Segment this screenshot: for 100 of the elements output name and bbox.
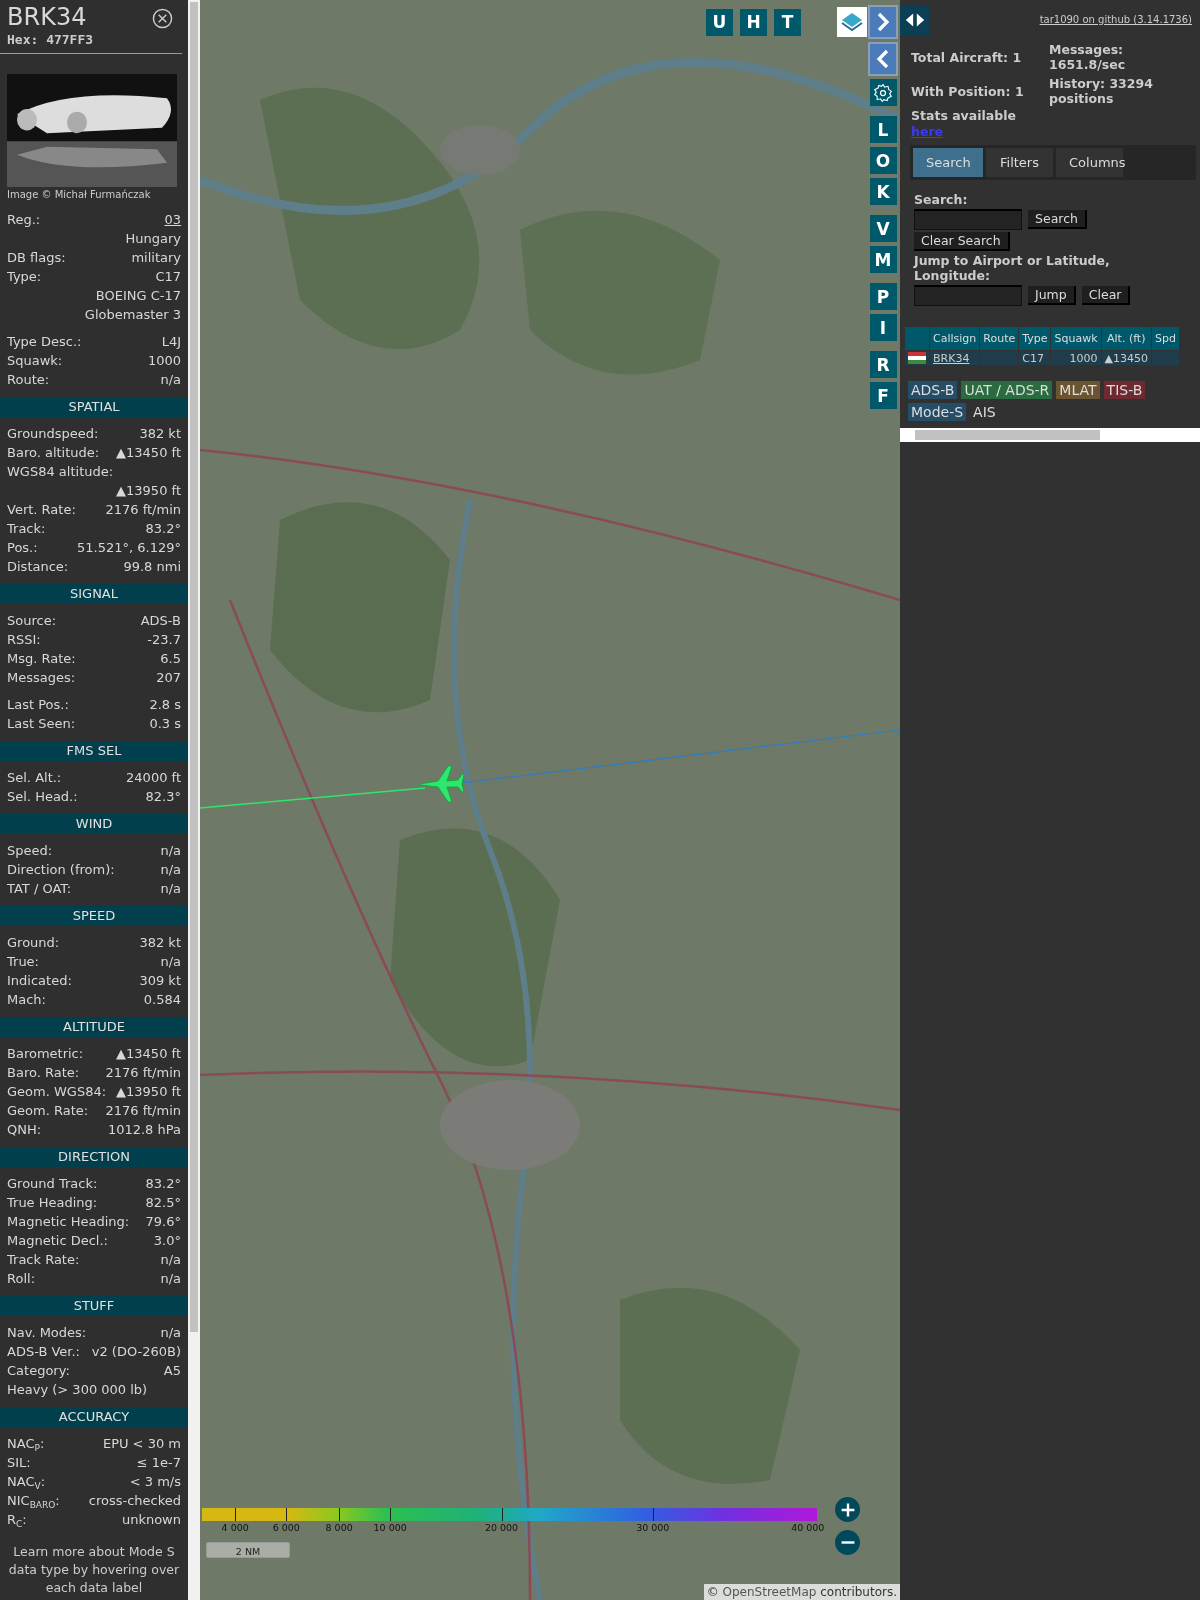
map-toggle-button[interactable]: U xyxy=(706,8,733,36)
source-legend-item: MLAT xyxy=(1056,381,1100,399)
map-toggle-button[interactable]: I xyxy=(869,314,897,341)
field-value: n/a xyxy=(160,1324,181,1342)
stat-text: With Position: 1 xyxy=(911,83,1024,99)
field-label: Speed: xyxy=(7,842,53,860)
aircraft-callsign: BRK34 xyxy=(7,2,87,32)
field-value: A5 xyxy=(163,1362,181,1380)
map-toggle-button[interactable]: V xyxy=(869,215,897,242)
map-toggle-button[interactable]: L xyxy=(869,116,897,143)
field-label: Type: xyxy=(7,268,42,286)
column-header[interactable]: Squawk xyxy=(1051,327,1101,350)
field-label: NIC$_{BARO}$: xyxy=(7,1492,60,1510)
source-legend-item: Mode-S xyxy=(908,403,967,421)
scrollbar[interactable] xyxy=(188,0,200,1600)
field-label: Category: xyxy=(7,1362,70,1380)
section-header: SPEED xyxy=(0,906,188,926)
map-toggle-button[interactable]: M xyxy=(869,246,897,273)
field-value: 1012.8 hPa xyxy=(107,1121,181,1139)
field-label: Direction (from): xyxy=(7,861,115,879)
table-cell: C17 xyxy=(1019,351,1051,365)
field-label: Nav. Modes: xyxy=(7,1324,87,1342)
previous-button[interactable] xyxy=(868,42,898,76)
field-value: ≤ 1e-7 xyxy=(136,1454,181,1472)
column-header[interactable]: Route xyxy=(980,327,1019,350)
section-header: SPATIAL xyxy=(0,397,188,417)
field-value: v2 (DO-260B) xyxy=(91,1343,181,1361)
field-label: QNH: xyxy=(7,1121,42,1139)
field-value: 382 kt xyxy=(139,425,181,443)
field-value: n/a xyxy=(160,953,181,971)
field-value: 1000 xyxy=(147,352,181,370)
map-toggle-button[interactable]: T xyxy=(774,8,801,36)
map-toggle-button[interactable]: F xyxy=(869,382,897,409)
field-value: n/a xyxy=(160,880,181,898)
field-label: Groundspeed: xyxy=(7,425,99,443)
field-label: SIL: xyxy=(7,1454,31,1472)
field-value: 2176 ft/min xyxy=(105,1102,181,1120)
tab[interactable]: Columns xyxy=(1056,148,1123,177)
column-header[interactable]: Spd xyxy=(1152,327,1179,350)
tab[interactable]: Filters xyxy=(986,148,1053,177)
field-label: Ground: xyxy=(7,934,60,952)
scrollbar[interactable] xyxy=(900,428,1200,442)
search-field[interactable] xyxy=(914,209,1022,230)
field-label: Pos.: xyxy=(7,539,38,557)
map-toggle-button[interactable]: O xyxy=(869,147,897,174)
table-cell: 1000 xyxy=(1051,351,1101,365)
field-label: Vert. Rate: xyxy=(7,501,76,519)
field-label: NAC$_{P}$: xyxy=(7,1435,45,1453)
settings-button[interactable] xyxy=(869,79,897,106)
layers-icon xyxy=(840,10,864,34)
field-label: Jump to Airport or Latitude, Longitude: xyxy=(914,253,1111,283)
column-header[interactable]: Type xyxy=(1019,327,1051,350)
jump-button[interactable]: Jump xyxy=(1028,286,1076,305)
clear-button[interactable]: Clear xyxy=(1081,286,1131,305)
layers-button[interactable] xyxy=(837,7,867,37)
openstreetmap-link[interactable]: OpenStreetMap xyxy=(722,1585,817,1599)
field-value: unknown xyxy=(121,1511,181,1529)
next-button[interactable] xyxy=(868,5,898,39)
altitude-label: 30 000 xyxy=(636,1522,670,1533)
map-toggle-button[interactable]: K xyxy=(869,178,897,205)
field-label: Route: xyxy=(7,371,50,389)
gear-icon xyxy=(873,82,893,103)
field-label: Type Desc.: xyxy=(7,333,82,351)
field-value: Hungary xyxy=(125,230,181,248)
stats-note: Stats available xyxy=(911,108,1016,123)
minus-icon xyxy=(839,1541,856,1544)
sidebar-toggle-button[interactable] xyxy=(900,5,930,35)
field-label: Search: xyxy=(914,192,969,207)
chevron-left-icon xyxy=(875,48,891,70)
section-header: ALTITUDE xyxy=(0,1017,188,1037)
column-header[interactable]: Alt. (ft) xyxy=(1101,327,1151,350)
close-icon[interactable] xyxy=(152,8,173,29)
column-header[interactable]: Callsign xyxy=(930,327,980,350)
tab[interactable]: Search xyxy=(913,148,983,177)
altitude-label: 4 000 xyxy=(221,1522,249,1533)
field-label: Magnetic Decl.: xyxy=(7,1232,108,1250)
registration-link[interactable]: 03 xyxy=(164,210,181,229)
airplane-icon[interactable] xyxy=(418,762,464,804)
field-label: Indicated: xyxy=(7,972,72,990)
field-value: ▲13950 ft xyxy=(116,482,181,500)
field-value: 83.2° xyxy=(145,520,181,538)
github-link[interactable]: tar1090 on github (3.14.1736) xyxy=(1039,14,1192,25)
field-value: 51.521°, 6.129° xyxy=(77,539,181,557)
field-value: 2176 ft/min xyxy=(105,501,181,519)
field-value: cross-checked xyxy=(88,1492,181,1510)
map-toggle-button[interactable]: R xyxy=(869,351,897,378)
field-label: Barometric: xyxy=(7,1045,84,1063)
field-value: n/a xyxy=(160,1251,181,1269)
map-toggle-button[interactable]: P xyxy=(869,283,897,310)
map-toggle-button[interactable]: H xyxy=(740,8,767,36)
field-label: Reg.: xyxy=(7,211,41,229)
hex-code: Hex: 477FF3 xyxy=(7,32,95,47)
clear-search-button[interactable]: Clear Search xyxy=(914,232,1010,251)
jump-field[interactable] xyxy=(914,285,1022,306)
search-button[interactable]: Search xyxy=(1028,210,1087,229)
field-label: Roll: xyxy=(7,1270,35,1288)
field-value: C17 xyxy=(155,268,181,286)
field-value: 83.2° xyxy=(145,1175,181,1193)
callsign-link[interactable]: BRK34 xyxy=(933,351,970,365)
field-value: BOEING C-17 Globemaster 3 xyxy=(83,287,181,324)
